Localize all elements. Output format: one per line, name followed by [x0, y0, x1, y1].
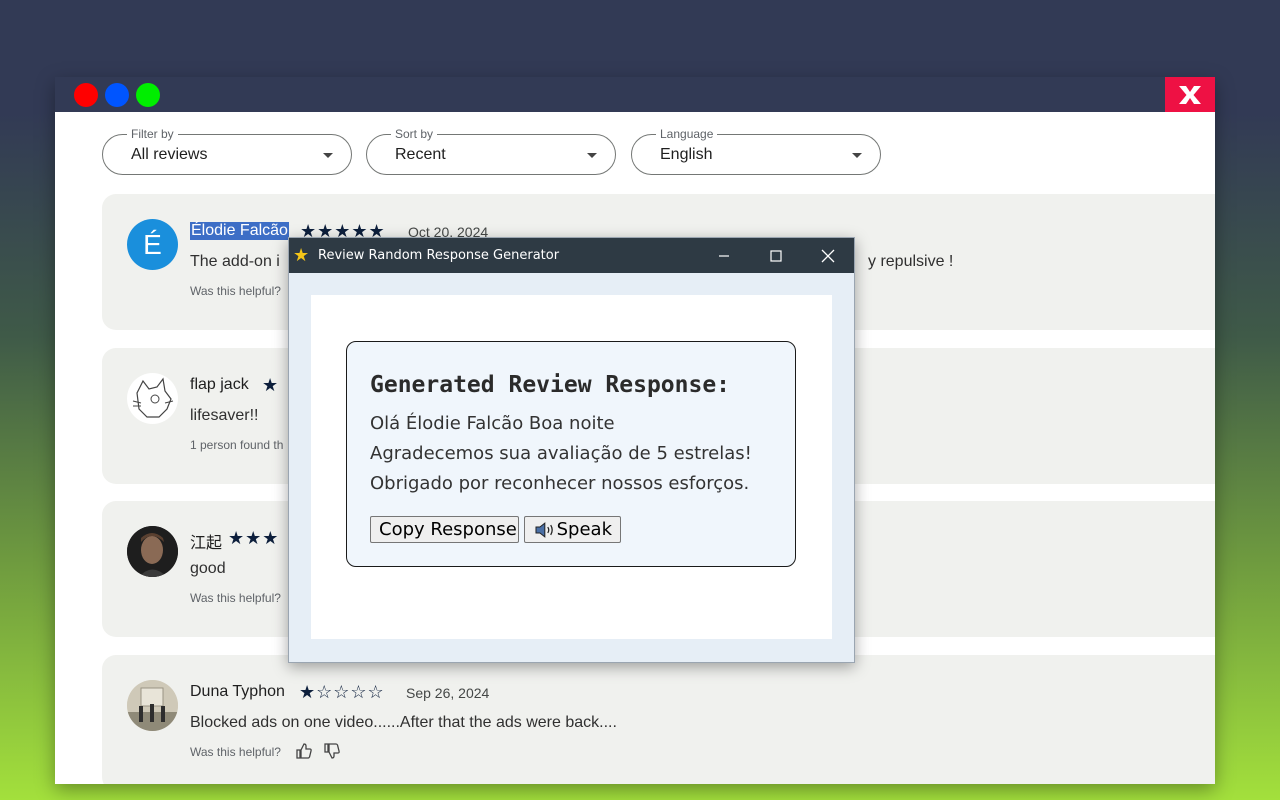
review-text-end: y repulsive !: [868, 253, 954, 270]
maximize-button[interactable]: [751, 238, 801, 273]
helpful-label: Was this helpful?: [190, 745, 281, 759]
filter-by-label: Filter by: [127, 127, 178, 141]
minimize-icon: [719, 254, 729, 257]
language-value: English: [660, 146, 713, 163]
avatar: É: [127, 219, 178, 270]
caret-down-icon: [323, 153, 333, 158]
green-dot-button[interactable]: [136, 83, 160, 107]
language-dropdown[interactable]: Language English: [631, 127, 881, 175]
title-bar: [55, 77, 1215, 112]
x-icon: [1179, 85, 1201, 104]
filter-by-value: All reviews: [131, 146, 208, 163]
copy-response-label: Copy Response: [379, 519, 517, 540]
speaker-icon: [535, 521, 553, 538]
star-rating: ★: [262, 375, 280, 395]
response-generator-dialog: ★ Review Random Response Generator Gener…: [288, 237, 855, 663]
sort-by-value: Recent: [395, 146, 446, 163]
star-rating: ★☆☆☆☆: [299, 682, 385, 702]
avatar: [127, 680, 178, 731]
review-text: Blocked ads on one video......After that…: [190, 714, 617, 731]
dialog-content: Generated Review Response: Olá Élodie Fa…: [311, 295, 832, 639]
filter-by-dropdown[interactable]: Filter by All reviews: [102, 127, 352, 175]
review-card: Duna Typhon ★☆☆☆☆ Sep 26, 2024 Blocked a…: [102, 655, 1215, 784]
dialog-title: Review Random Response Generator: [318, 248, 560, 263]
blue-dot-button[interactable]: [105, 83, 129, 107]
helpful-label: 1 person found th: [190, 438, 284, 452]
star-icon: ★: [293, 245, 310, 265]
review-date: Sep 26, 2024: [406, 685, 490, 701]
maximize-icon: [770, 249, 782, 262]
dialog-close-button[interactable]: [803, 238, 853, 273]
caret-down-icon: [587, 153, 597, 158]
caret-down-icon: [852, 153, 862, 158]
review-text: The add-on i: [190, 253, 280, 270]
response-line: Obrigado por reconhecer nossos esforços.: [370, 473, 750, 494]
copy-response-button[interactable]: Copy Response: [370, 516, 519, 543]
close-button[interactable]: [1165, 77, 1215, 112]
red-dot-button[interactable]: [74, 83, 98, 107]
thumbs-down-icon[interactable]: [324, 743, 340, 759]
minimize-button[interactable]: [699, 238, 749, 273]
reviewer-name: 江起: [190, 535, 223, 552]
avatar: [127, 373, 178, 424]
language-label: Language: [656, 127, 718, 141]
helpful-label: Was this helpful?: [190, 284, 281, 298]
reviewer-name: Duna Typhon: [190, 683, 285, 700]
speak-label: Speak: [556, 519, 612, 540]
helpful-label: Was this helpful?: [190, 591, 281, 605]
reviewer-name: flap jack: [190, 376, 249, 393]
close-icon: [821, 249, 835, 262]
speak-button[interactable]: Speak: [524, 516, 621, 543]
response-line: Olá Élodie Falcão Boa noite: [370, 413, 615, 434]
dialog-title-bar: ★ Review Random Response Generator: [289, 238, 854, 273]
star-rating: ★★★: [228, 528, 280, 548]
review-text: good: [190, 560, 226, 577]
thumbs-up-icon[interactable]: [296, 743, 312, 759]
reviewer-name: Élodie Falcão: [190, 222, 289, 240]
response-line: Agradecemos sua avaliação de 5 estrelas!: [370, 443, 752, 464]
review-text: lifesaver!!: [190, 407, 259, 424]
response-box: Generated Review Response: Olá Élodie Fa…: [346, 341, 796, 567]
sort-by-dropdown[interactable]: Sort by Recent: [366, 127, 616, 175]
sort-by-label: Sort by: [391, 127, 438, 141]
avatar: [127, 526, 178, 577]
response-heading: Generated Review Response:: [370, 372, 731, 398]
